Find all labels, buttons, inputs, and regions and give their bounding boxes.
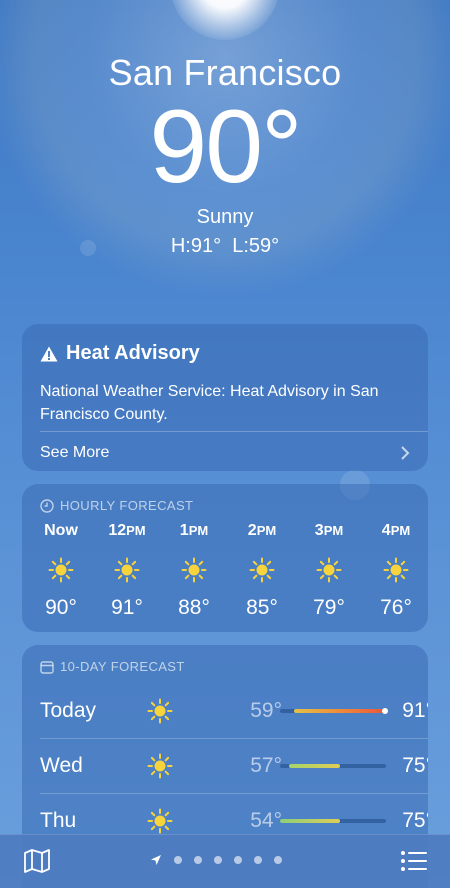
page-dot[interactable] [234,856,242,864]
sun-icon [147,698,173,723]
calendar-icon [40,660,54,674]
sun-icon [147,808,173,833]
heat-advisory-card[interactable]: Heat Advisory National Weather Service: … [22,324,428,471]
hour-label: 12PM [108,522,146,539]
hour-label: 2PM [247,522,277,539]
hour-temperature: 90° [45,596,77,619]
ten-day-forecast-header: 10-DAY FORECAST [40,659,185,674]
ten-day-forecast-title: 10-DAY FORECAST [60,659,185,674]
hourly-forecast-header: HOURLY FORECAST [40,498,193,513]
day-row[interactable]: Today 59° 91° [40,683,428,738]
current-temperature: 90° [149,89,302,205]
temperature-range-fill [288,763,341,768]
sun-icon [383,557,409,583]
day-low-temperature: 59° [250,698,282,722]
see-more-button[interactable]: See More [40,440,410,466]
day-high-temperature: 75° [402,753,428,777]
page-dot[interactable] [254,856,262,864]
hourly-item: 3PM 79° [299,522,359,622]
hour-label: 1PM [179,522,209,539]
hourly-item: 2PM 85° [232,522,292,622]
sun-icon [181,557,207,583]
day-row[interactable]: Wed 57° 75° [40,738,428,793]
page-dot[interactable] [274,856,282,864]
hour-label: Now [44,522,78,539]
list-icon[interactable] [400,849,428,873]
day-low-temperature: 54° [250,808,282,832]
city-name: San Francisco [108,52,342,93]
chevron-right-icon [401,446,410,460]
sun-icon [48,557,74,583]
hour-label: 4PM [381,522,411,539]
map-icon[interactable] [24,849,50,873]
hourly-forecast-card[interactable]: HOURLY FORECAST Now 90° 12PM 91° 1PM 88° 2PM 85… [22,484,428,632]
advisory-title-text: Heat Advisory [66,342,200,364]
day-high-temperature: 91° [402,698,428,722]
hourly-item: 4PM 76° [366,522,426,622]
advisory-text: National Weather Service: Heat Advisory … [40,383,379,423]
warning-triangle-icon [40,346,58,361]
hourly-item: 12PM 91° [97,522,157,622]
page-dot[interactable] [174,856,182,864]
day-low-temperature: 57° [250,753,282,777]
hour-temperature: 76° [380,596,412,619]
advisory-title: Heat Advisory [40,342,200,365]
temperature-range-fill [280,818,341,823]
sun-icon [316,557,342,583]
sun-icon [147,753,173,778]
location-header: San Francisco 90° Sunny H:91° L:59° [0,52,450,258]
hour-temperature: 85° [246,596,278,619]
hour-temperature: 91° [111,596,143,619]
bottom-toolbar [0,834,450,888]
condition-text: Sunny [196,206,254,228]
divider [40,431,428,432]
hourly-item: Now 90° [31,522,91,622]
page-dot[interactable] [214,856,222,864]
hourly-item: 1PM 88° [164,522,224,622]
high-low-text: H:91° L:59° [170,235,280,257]
sun-icon [249,557,275,583]
hour-temperature: 88° [178,596,210,619]
location-arrow-icon[interactable] [150,854,162,866]
hour-label: 3PM [314,522,344,539]
day-name: Thu [40,808,77,832]
hourly-forecast-title: HOURLY FORECAST [60,498,194,513]
see-more-label: See More [40,444,110,461]
page-dot[interactable] [194,856,202,864]
day-name: Wed [40,753,83,777]
clock-icon [40,498,54,513]
day-name: Today [40,698,97,722]
sun-icon [114,557,140,583]
day-high-temperature: 75° [402,808,428,832]
hour-temperature: 79° [313,596,345,619]
page-indicator[interactable] [150,853,282,867]
